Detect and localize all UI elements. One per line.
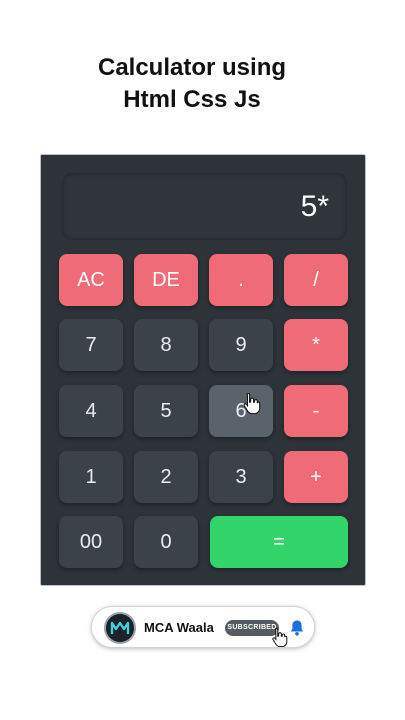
key-minus[interactable]: - [284, 385, 348, 437]
key-2[interactable]: 2 [134, 451, 198, 503]
headline-line-1: Calculator using [97, 54, 287, 81]
key-0[interactable]: 0 [134, 516, 198, 568]
calculator: 5* AC DE . / 7 8 9 * 4 5 6 - 1 2 3 + 00 … [40, 154, 366, 586]
key-divide[interactable]: / [284, 254, 348, 306]
calculator-display: 5* [62, 173, 347, 240]
channel-name: MCA Waala [144, 620, 214, 635]
hand-cursor-icon [243, 392, 261, 414]
key-delete[interactable]: DE [134, 254, 198, 306]
bell-icon[interactable] [289, 619, 305, 637]
key-decimal[interactable]: . [209, 254, 273, 306]
key-multiply[interactable]: * [284, 319, 348, 371]
key-1[interactable]: 1 [59, 451, 123, 503]
key-equals[interactable]: = [210, 516, 348, 568]
key-plus[interactable]: + [284, 451, 348, 503]
key-00[interactable]: 00 [59, 516, 123, 568]
key-8[interactable]: 8 [134, 319, 198, 371]
key-7[interactable]: 7 [59, 319, 123, 371]
headline-line-2: Html Css Js [123, 86, 261, 113]
hand-cursor-icon [272, 627, 288, 647]
key-5[interactable]: 5 [134, 385, 198, 437]
video-headline: Calculator using Html Css Js [0, 52, 384, 116]
subscribe-bar: MCA Waala SUBSCRIBED [91, 606, 315, 648]
key-3[interactable]: 3 [209, 451, 273, 503]
channel-logo-icon [108, 616, 132, 640]
key-ac[interactable]: AC [59, 254, 123, 306]
key-4[interactable]: 4 [59, 385, 123, 437]
channel-avatar[interactable] [104, 612, 136, 644]
key-9[interactable]: 9 [209, 319, 273, 371]
